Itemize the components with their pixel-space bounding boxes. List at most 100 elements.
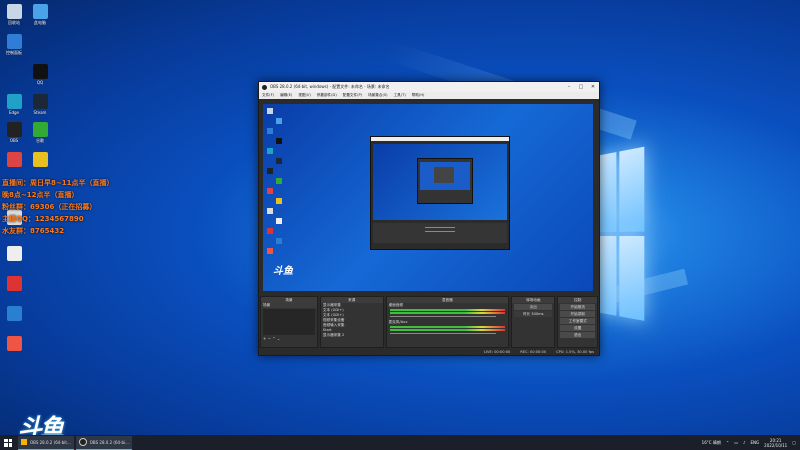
menu-edit[interactable]: 编辑(E): [280, 93, 292, 98]
app-icon: [6, 336, 22, 351]
duration-field[interactable]: 时长 300ms: [514, 311, 553, 317]
desktop-icon[interactable]: [1, 152, 27, 168]
transitions-header: 转场动画: [512, 297, 555, 303]
app-icon: [6, 276, 22, 291]
minimize-icon[interactable]: –: [563, 82, 575, 92]
preview-icon: [267, 188, 273, 194]
menu-help[interactable]: 帮助(H): [412, 93, 425, 98]
obs-preview-canvas[interactable]: 斗鱼: [263, 104, 593, 291]
taskbar-item-obs-1[interactable]: OBS 28.0.2 (64-bit...: [18, 435, 74, 450]
start-recording-button[interactable]: 开始录制: [560, 311, 595, 317]
desktop-icon-label: Edge: [8, 110, 20, 115]
desktop-icon[interactable]: Steam: [27, 94, 53, 115]
preview-icon: [276, 218, 282, 224]
taskbar-item-label: OBS 28.0.2 (64-bit...: [30, 439, 71, 445]
preview-icon: [276, 138, 282, 144]
start-streaming-button[interactable]: 开始推流: [560, 304, 595, 310]
app-icon: [32, 94, 48, 109]
overlay-line: 粉丝群：69306（正在招募）: [2, 203, 97, 211]
obs-window[interactable]: OBS 28.0.2 (64-bit, windows) - 配置文件: 未命名…: [258, 81, 600, 356]
desktop-icon[interactable]: QQ: [27, 64, 53, 85]
desktop-icon[interactable]: 谷歌: [27, 122, 53, 144]
desktop-icon-label: OBS: [9, 138, 19, 143]
desktop-icon[interactable]: [1, 336, 27, 352]
overlay-line: 水友群：8765432: [2, 227, 65, 235]
preview-icon: [276, 158, 282, 164]
tray-chevron-icon[interactable]: ⌃: [726, 440, 729, 445]
weather-text[interactable]: 16°C 晴朗: [702, 440, 721, 446]
app-icon: [6, 94, 22, 109]
audio-meter: [389, 326, 506, 328]
menu-tools[interactable]: 工具(T): [394, 93, 406, 98]
desktop-icon[interactable]: 回收站: [1, 4, 27, 26]
menu-file[interactable]: 文件(F): [262, 93, 274, 98]
clock[interactable]: 20:21 2022/10/11: [764, 438, 787, 448]
desktop-icon[interactable]: [1, 246, 27, 262]
desktop-icon-label: 此电脑: [34, 20, 46, 25]
scenes-dock: 场景 场景 + − ⌃ ⌄: [260, 296, 318, 348]
menu-scene-collection[interactable]: 场景集合(S): [368, 93, 387, 98]
app-icon: [6, 246, 22, 261]
transitions-dock: 转场动画 淡出 时长 300ms: [511, 296, 556, 348]
desktop-icon[interactable]: OBS: [1, 122, 27, 143]
windows-logo: [596, 146, 645, 325]
overlay-line: 晚8点~12点半（直播）: [2, 191, 79, 199]
overlay-line: 直播间：周日早8~11点半（直播）: [2, 179, 114, 187]
preview-icon: [267, 108, 273, 114]
desktop-icon[interactable]: Edge: [1, 94, 27, 115]
app-icon: [6, 122, 22, 137]
transition-select[interactable]: 淡出: [514, 304, 553, 310]
audio-meter: [389, 329, 506, 331]
obs-icon: [21, 439, 27, 445]
mixer-dock: 混音器 桌面音频 麦克风/Aux: [385, 296, 510, 348]
audio-meter: [389, 309, 506, 311]
preview-watermark: 斗鱼: [273, 266, 293, 277]
desktop-icon-label: 谷歌: [36, 138, 44, 143]
volume-slider[interactable]: [389, 316, 497, 317]
preview-icon: [267, 228, 273, 234]
desktop-icon[interactable]: 控制面板: [1, 34, 27, 56]
obs-statusbar: LIVE: 00:00:00 REC: 00:00:00 CPU: 1.5%, …: [259, 348, 599, 355]
network-icon[interactable]: ▭: [734, 440, 738, 445]
source-item[interactable]: 显示器采集 2: [321, 333, 383, 338]
desktop-icon[interactable]: 此电脑: [27, 4, 53, 26]
notification-icon[interactable]: ▢: [792, 440, 796, 445]
desktop-icon[interactable]: [1, 276, 27, 292]
menu-view[interactable]: 视图(V): [298, 93, 310, 98]
obs-titlebar[interactable]: OBS 28.0.2 (64-bit, windows) - 配置文件: 未命名…: [259, 82, 599, 92]
scene-item[interactable]: 场景: [261, 303, 317, 308]
live-status: LIVE: 00:00:00: [483, 349, 511, 354]
settings-button[interactable]: 设置: [560, 325, 595, 331]
start-icon[interactable]: [0, 435, 16, 450]
desktop-icon-label: QQ: [36, 80, 44, 85]
desktop-icon-label: 回收站: [8, 20, 20, 25]
menu-profile[interactable]: 配置文件(P): [343, 93, 362, 98]
rec-status: REC: 00:00:00: [520, 349, 547, 354]
maximize-icon[interactable]: □: [575, 82, 587, 92]
cpu-status: CPU: 1.5%, 30.00 fps: [556, 349, 594, 354]
clock-date: 2022/10/11: [764, 442, 788, 448]
desktop-icon[interactable]: [1, 306, 27, 322]
obs-menubar: 文件(F) 编辑(E) 视图(V) 停靠部件(D) 配置文件(P) 场景集合(S…: [259, 92, 599, 99]
preview-icon: [267, 168, 273, 174]
exit-button[interactable]: 退出: [560, 332, 595, 338]
taskbar: OBS 28.0.2 (64-bit... OBS 28.0.2 (64-bi.…: [0, 435, 800, 450]
obs-logo-icon: [262, 84, 267, 90]
scene-list-area[interactable]: [263, 309, 315, 335]
app-icon: [6, 4, 22, 19]
scene-add-icon[interactable]: + − ⌃ ⌄: [261, 336, 317, 341]
volume-slider[interactable]: [389, 333, 497, 334]
menu-docks[interactable]: 停靠部件(D): [317, 93, 337, 98]
taskbar-item-obs-2[interactable]: OBS 28.0.2 (64-bi...: [75, 435, 132, 450]
obs-docks: 场景 场景 + − ⌃ ⌄ 来源 显示器采集 文本 (GDI+) 文本 (GDI…: [259, 296, 599, 348]
app-icon: [6, 152, 22, 167]
close-icon[interactable]: ✕: [587, 82, 599, 92]
desktop-icon-label: 控制面板: [6, 50, 22, 55]
controls-header: 控制: [558, 297, 597, 303]
mixer-channel-label: 桌面音频: [388, 303, 403, 307]
sources-dock: 来源 显示器采集 文本 (GDI+) 文本 (GDI+) 视频采集设备 音频输入…: [319, 296, 384, 348]
language-indicator[interactable]: ENG: [751, 440, 760, 445]
desktop-icon[interactable]: [27, 152, 53, 168]
volume-icon[interactable]: ♪: [743, 440, 746, 445]
studio-mode-button[interactable]: 工作室模式: [560, 318, 595, 324]
